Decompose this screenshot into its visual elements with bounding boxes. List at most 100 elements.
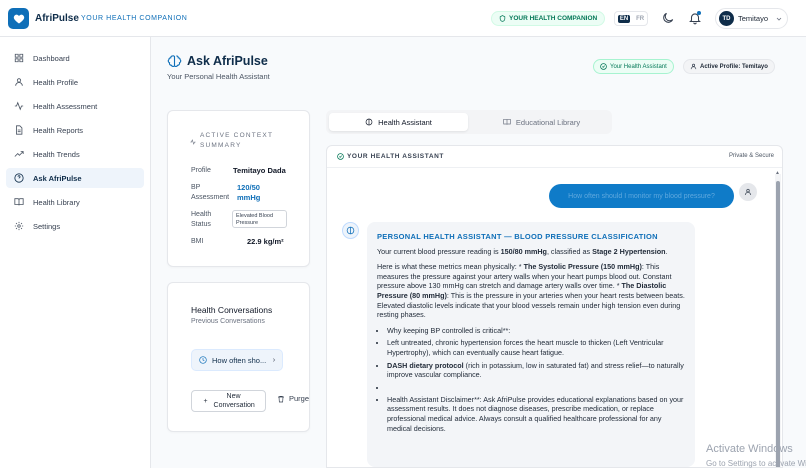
bp-classification: Stage 2 Hypertension <box>592 246 666 256</box>
purge-button[interactable]: Purge <box>277 394 309 403</box>
text: Your current blood pressure reading is <box>377 246 501 256</box>
book-icon <box>503 119 511 125</box>
gear-icon <box>14 221 24 231</box>
sidebar-item-health-assessment[interactable]: Health Assessment <box>6 96 144 116</box>
activate-windows-watermark: Activate Windows <box>706 443 793 455</box>
brain-icon <box>365 118 373 126</box>
assistant-badge: Your Health Assistant <box>593 59 674 74</box>
chevron-down-icon <box>776 17 782 21</box>
assistant-message: PERSONAL HEALTH ASSISTANT — BLOOD PRESSU… <box>367 222 695 467</box>
user-message: How often should I monitor my blood pres… <box>549 184 734 208</box>
purge-label: Purge <box>289 394 310 403</box>
sidebar-item-label: Settings <box>33 221 61 231</box>
conversation-item-label: How often sho... <box>212 355 267 365</box>
lang-en[interactable]: EN <box>617 14 631 23</box>
user-avatar <box>739 183 757 201</box>
sidebar-item-label: Dashboard <box>33 53 70 63</box>
language-switcher[interactable]: EN FR <box>614 11 648 26</box>
chat-header: YOUR HEALTH ASSISTANT Private & Secure <box>327 146 782 168</box>
sidebar-item-health-library[interactable]: Health Library <box>6 192 144 212</box>
profile-value: Temitayo Dada <box>233 166 286 175</box>
health-companion-pill: YOUR HEALTH COMPANION <box>491 11 606 26</box>
conversations-card: Health Conversations Previous Conversati… <box>167 282 310 432</box>
sidebar-item-label: Health Profile <box>33 77 79 87</box>
tab-health-assistant[interactable]: Health Assistant <box>329 113 468 131</box>
sidebar-item-health-profile[interactable]: Health Profile <box>6 72 144 92</box>
heart-logo-icon <box>8 8 29 29</box>
conversations-subtitle: Previous Conversations <box>191 318 265 325</box>
sidebar-item-health-reports[interactable]: Health Reports <box>6 120 144 140</box>
new-conversation-label: New Conversation <box>213 393 255 409</box>
text: Here is what these metrics mean physical… <box>377 262 524 272</box>
list-item <box>387 383 685 392</box>
avatar: TD <box>719 11 734 26</box>
status-label: Health Status <box>191 211 212 228</box>
assistant-badge-label: Your Health Assistant <box>610 63 667 70</box>
top-bar: AfriPulse YOUR HEALTH COMPANION YOUR HEA… <box>0 0 806 37</box>
page-subtitle: Your Personal Health Assistant <box>167 72 270 81</box>
sidebar-item-label: Ask AfriPulse <box>33 173 82 183</box>
shield-check-icon <box>600 63 607 70</box>
file-icon <box>16 125 23 135</box>
context-summary-title: ACTIVE CONTEXT SUMMARY <box>200 132 274 149</box>
sidebar-item-ask-afripulse[interactable]: Ask AfriPulse <box>6 168 144 188</box>
text: , classified as <box>546 246 593 256</box>
lang-fr[interactable]: FR <box>636 16 644 22</box>
text: . <box>665 246 668 256</box>
shield-check-icon <box>499 15 506 22</box>
active-profile-badge: Active Profile: Temitayo <box>683 59 775 74</box>
scrollbar-thumb[interactable] <box>776 181 780 467</box>
tab-label: Health Assistant <box>378 117 432 127</box>
active-profile-label: Active Profile: Temitayo <box>700 63 768 70</box>
tab-educational-library[interactable]: Educational Library <box>472 113 611 131</box>
profile-label: Profile <box>191 167 211 174</box>
sidebar-item-label: Health Reports <box>33 125 84 135</box>
sidebar-item-health-trends[interactable]: Health Trends <box>6 144 144 164</box>
sidebar-item-label: Health Assessment <box>33 101 98 111</box>
assistant-paragraph-2: Here is what these metrics mean physical… <box>377 262 685 320</box>
sidebar-item-settings[interactable]: Settings <box>6 216 144 236</box>
sidebar: Dashboard Health Profile Health Assessme… <box>0 37 151 468</box>
sidebar-item-label: Health Trends <box>33 149 80 159</box>
bmi-label: BMI <box>191 238 204 245</box>
shield-check-icon <box>337 153 344 160</box>
activity-icon <box>14 101 24 111</box>
bp-label: BP Assessment <box>191 184 230 201</box>
user-icon <box>15 78 23 86</box>
help-circle-icon <box>14 173 24 183</box>
assistant-avatar <box>342 222 359 239</box>
list-item: Health Assistant Disclaimer**: Ask AfriP… <box>387 395 685 433</box>
activate-windows-hint: Go to Settings to activate Windows. <box>706 459 806 468</box>
brain-icon <box>167 55 182 67</box>
assistant-list: Why keeping BP controlled is critical**:… <box>387 326 685 433</box>
list-item: Left untreated, chronic hypertension for… <box>387 338 685 357</box>
conversations-title: Health Conversations <box>191 305 273 315</box>
list-item: DASH dietary protocol (rich in potassium… <box>387 361 685 380</box>
brain-icon <box>346 226 355 235</box>
systolic-heading: The Systolic Pressure (150 mmHg) <box>523 262 642 272</box>
assistant-message-title: PERSONAL HEALTH ASSISTANT — BLOOD PRESSU… <box>377 232 658 241</box>
activity-icon <box>190 139 196 145</box>
list-item: Why keeping BP controlled is critical**: <box>387 326 685 336</box>
bp-value: 120/50 mmHg <box>237 183 261 202</box>
scroll-up-arrow-icon[interactable]: ▲ <box>775 170 780 176</box>
plus-icon: + <box>203 397 208 405</box>
new-conversation-button[interactable]: + New Conversation <box>191 390 266 412</box>
tab-bar: Health Assistant Educational Library <box>326 110 612 134</box>
chat-header-label: YOUR HEALTH ASSISTANT <box>347 153 444 160</box>
dash-heading: DASH dietary protocol <box>387 360 464 370</box>
app-name: AfriPulse <box>35 13 79 24</box>
app-tagline: YOUR HEALTH COMPANION <box>81 15 188 22</box>
sidebar-item-dashboard[interactable]: Dashboard <box>6 48 144 68</box>
bp-reading: 150/80 mmHg <box>500 246 547 256</box>
notification-dot <box>697 11 701 15</box>
conversation-item[interactable]: How often sho... <box>191 349 283 371</box>
bmi-value: 22.9 kg/m² <box>247 237 284 246</box>
user-menu[interactable]: TD Temitayo <box>715 8 788 29</box>
chat-header-title: YOUR HEALTH ASSISTANT <box>337 153 444 160</box>
moon-icon[interactable] <box>661 11 675 25</box>
chevron-right-icon <box>273 358 276 362</box>
book-icon <box>14 198 24 206</box>
assistant-paragraph-1: Your current blood pressure reading is 1… <box>377 247 685 257</box>
tab-label: Educational Library <box>515 117 581 127</box>
